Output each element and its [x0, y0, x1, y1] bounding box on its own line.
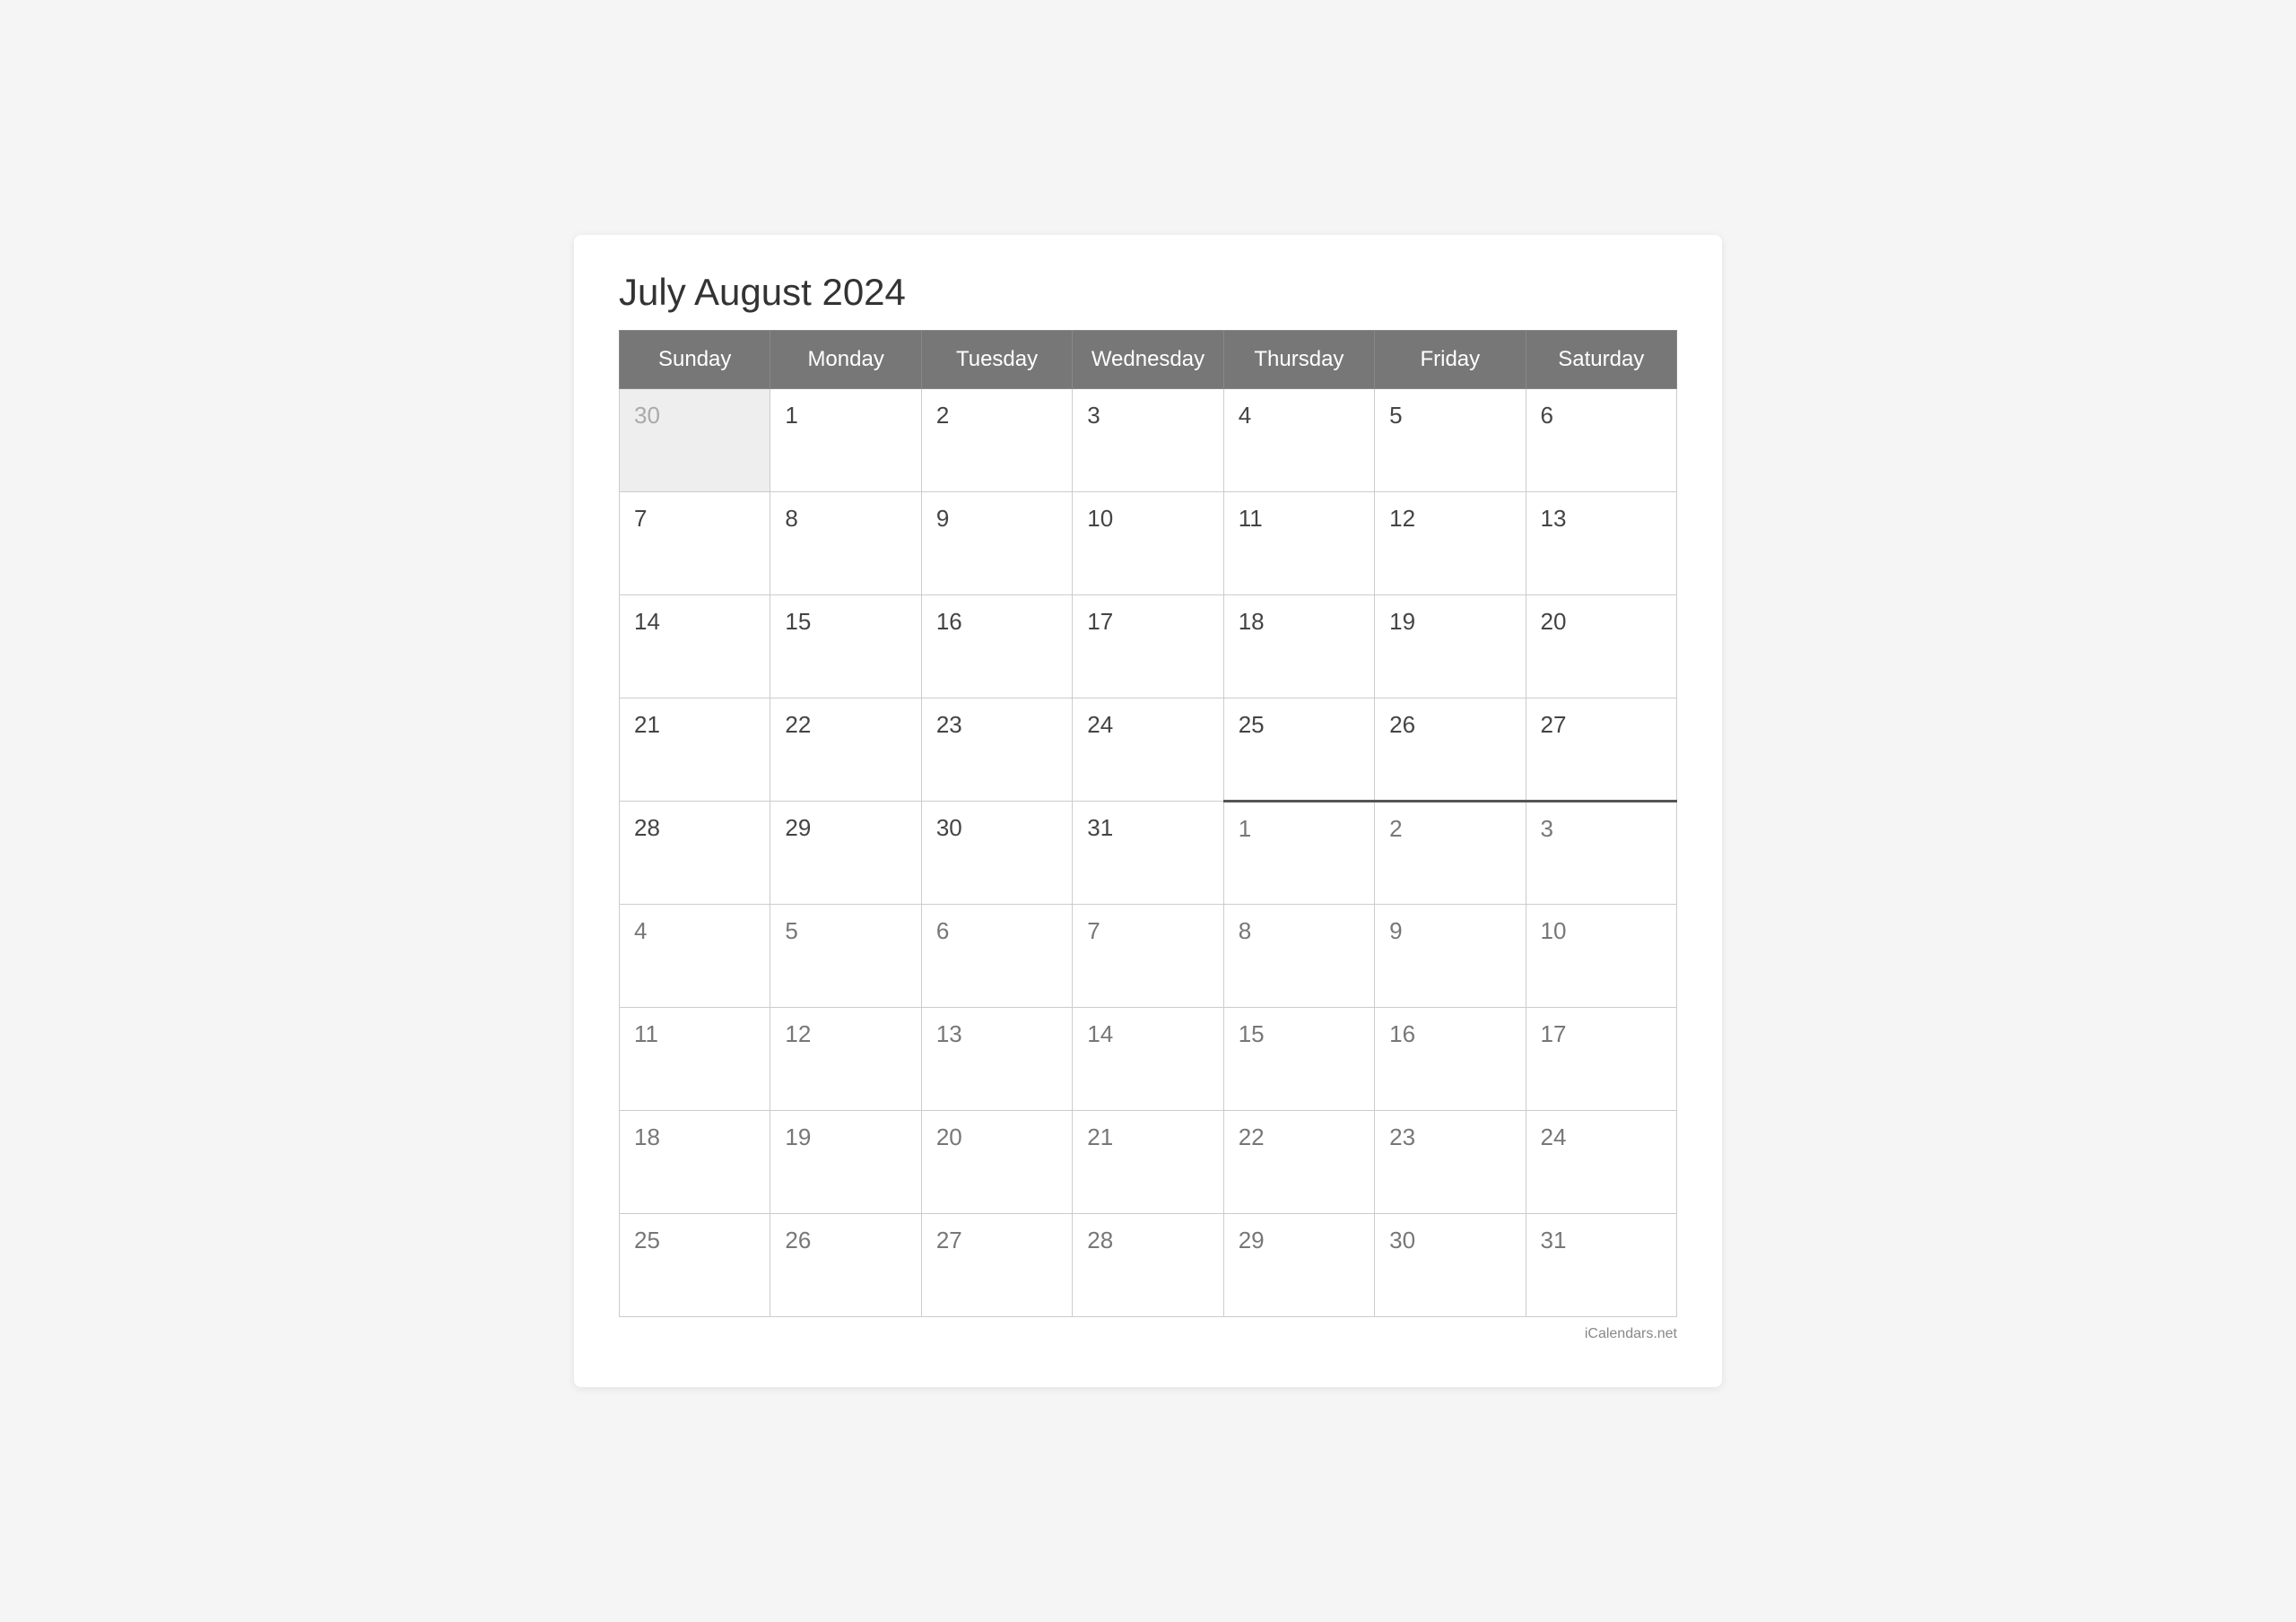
calendar-day[interactable]: 9 [921, 492, 1072, 595]
calendar-day[interactable]: 24 [1073, 698, 1223, 802]
calendar-day[interactable]: 26 [770, 1214, 921, 1317]
week-row-0: 30123456 [620, 389, 1677, 492]
calendar-day[interactable]: 27 [1526, 698, 1676, 802]
day-header-wednesday: Wednesday [1073, 331, 1223, 389]
calendar-day[interactable]: 22 [770, 698, 921, 802]
week-row-4: 28293031123 [620, 802, 1677, 905]
days-of-week-row: SundayMondayTuesdayWednesdayThursdayFrid… [620, 331, 1677, 389]
calendar-day[interactable]: 25 [1223, 698, 1374, 802]
calendar-day[interactable]: 30 [1375, 1214, 1526, 1317]
calendar-day[interactable]: 15 [1223, 1008, 1374, 1111]
calendar-day[interactable]: 8 [770, 492, 921, 595]
day-header-saturday: Saturday [1526, 331, 1676, 389]
calendar-day[interactable]: 30 [921, 802, 1072, 905]
calendar-day[interactable]: 18 [620, 1111, 770, 1214]
calendar-day[interactable]: 23 [1375, 1111, 1526, 1214]
calendar-header: SundayMondayTuesdayWednesdayThursdayFrid… [620, 331, 1677, 389]
calendar-day[interactable]: 7 [1073, 905, 1223, 1008]
week-row-2: 14151617181920 [620, 595, 1677, 698]
day-header-sunday: Sunday [620, 331, 770, 389]
calendar-day[interactable]: 21 [1073, 1111, 1223, 1214]
calendar-day[interactable]: 10 [1526, 905, 1676, 1008]
week-row-8: 25262728293031 [620, 1214, 1677, 1317]
calendar-day[interactable]: 29 [1223, 1214, 1374, 1317]
calendar-day[interactable]: 14 [1073, 1008, 1223, 1111]
calendar-day[interactable]: 5 [1375, 389, 1526, 492]
calendar-day[interactable]: 21 [620, 698, 770, 802]
calendar-day[interactable]: 6 [1526, 389, 1676, 492]
calendar-day[interactable]: 10 [1073, 492, 1223, 595]
week-row-5: 45678910 [620, 905, 1677, 1008]
week-row-3: 21222324252627 [620, 698, 1677, 802]
calendar-day[interactable]: 16 [921, 595, 1072, 698]
calendar-title: July August 2024 [619, 271, 1677, 314]
week-row-6: 11121314151617 [620, 1008, 1677, 1111]
calendar-day[interactable]: 5 [770, 905, 921, 1008]
calendar-day[interactable]: 19 [770, 1111, 921, 1214]
calendar-day[interactable]: 26 [1375, 698, 1526, 802]
calendar-body: 3012345678910111213141516171819202122232… [620, 389, 1677, 1317]
calendar-day[interactable]: 12 [1375, 492, 1526, 595]
calendar-day[interactable]: 1 [770, 389, 921, 492]
calendar-day[interactable]: 9 [1375, 905, 1526, 1008]
calendar-container: July August 2024 SundayMondayTuesdayWedn… [574, 235, 1722, 1387]
calendar-day[interactable]: 15 [770, 595, 921, 698]
day-header-monday: Monday [770, 331, 921, 389]
calendar-day[interactable]: 4 [620, 905, 770, 1008]
calendar-day[interactable]: 6 [921, 905, 1072, 1008]
calendar-day[interactable]: 3 [1073, 389, 1223, 492]
calendar-day[interactable]: 25 [620, 1214, 770, 1317]
calendar-day[interactable]: 8 [1223, 905, 1374, 1008]
calendar-day[interactable]: 3 [1526, 802, 1676, 905]
calendar-day[interactable]: 20 [1526, 595, 1676, 698]
calendar-day[interactable]: 11 [1223, 492, 1374, 595]
calendar-day[interactable]: 2 [921, 389, 1072, 492]
calendar-day[interactable]: 31 [1073, 802, 1223, 905]
calendar-day[interactable]: 2 [1375, 802, 1526, 905]
calendar-day[interactable]: 19 [1375, 595, 1526, 698]
week-row-7: 18192021222324 [620, 1111, 1677, 1214]
calendar-day[interactable]: 11 [620, 1008, 770, 1111]
calendar-day[interactable]: 13 [921, 1008, 1072, 1111]
calendar-day[interactable]: 28 [1073, 1214, 1223, 1317]
week-row-1: 78910111213 [620, 492, 1677, 595]
calendar-day[interactable]: 12 [770, 1008, 921, 1111]
calendar-day[interactable]: 29 [770, 802, 921, 905]
calendar-day[interactable]: 31 [1526, 1214, 1676, 1317]
calendar-day[interactable]: 27 [921, 1214, 1072, 1317]
calendar-day[interactable]: 22 [1223, 1111, 1374, 1214]
calendar-day[interactable]: 17 [1526, 1008, 1676, 1111]
calendar-day[interactable]: 30 [620, 389, 770, 492]
calendar-day[interactable]: 14 [620, 595, 770, 698]
calendar-day[interactable]: 1 [1223, 802, 1374, 905]
calendar-day[interactable]: 23 [921, 698, 1072, 802]
calendar-day[interactable]: 24 [1526, 1111, 1676, 1214]
calendar-day[interactable]: 13 [1526, 492, 1676, 595]
footer: iCalendars.net [619, 1326, 1677, 1342]
day-header-friday: Friday [1375, 331, 1526, 389]
calendar-table: SundayMondayTuesdayWednesdayThursdayFrid… [619, 330, 1677, 1317]
calendar-day[interactable]: 18 [1223, 595, 1374, 698]
calendar-day[interactable]: 20 [921, 1111, 1072, 1214]
calendar-day[interactable]: 7 [620, 492, 770, 595]
calendar-day[interactable]: 16 [1375, 1008, 1526, 1111]
day-header-thursday: Thursday [1223, 331, 1374, 389]
calendar-day[interactable]: 4 [1223, 389, 1374, 492]
calendar-day[interactable]: 28 [620, 802, 770, 905]
calendar-day[interactable]: 17 [1073, 595, 1223, 698]
day-header-tuesday: Tuesday [921, 331, 1072, 389]
